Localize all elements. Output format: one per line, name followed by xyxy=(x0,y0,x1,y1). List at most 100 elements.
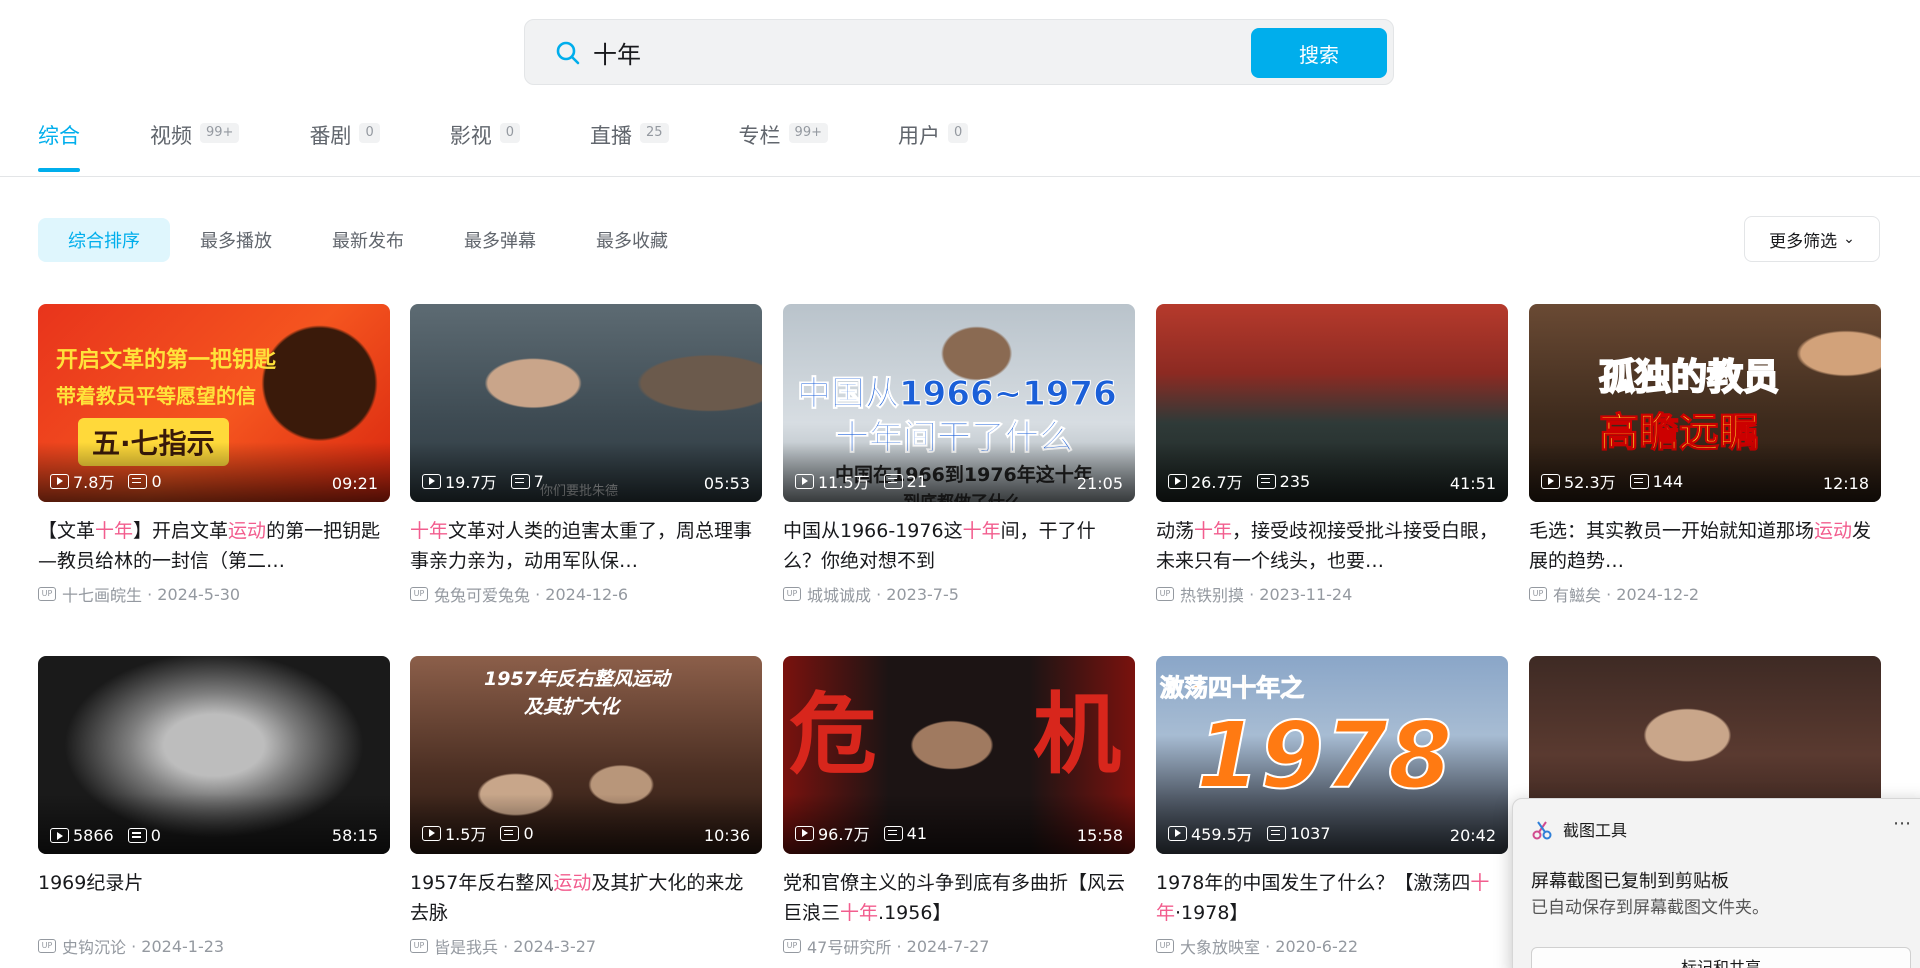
video-thumbnail[interactable]: 孤独的教员 高瞻远瞩 52.3万 144 12:18 xyxy=(1529,304,1881,502)
scissors-icon xyxy=(1532,821,1552,840)
danmaku-icon xyxy=(1266,825,1286,841)
tab-live[interactable]: 直播 25 xyxy=(590,120,669,178)
title-text: 【文革 xyxy=(38,520,96,542)
video-title[interactable]: 十年文革对人类的迫害太重了，周总理事事亲力亲为，动用军队保… xyxy=(410,516,762,576)
video-title[interactable]: 1969纪录片 xyxy=(38,868,390,928)
uploader-icon: UP xyxy=(410,939,428,953)
sort-newest[interactable]: 最新发布 xyxy=(302,218,434,262)
danmaku-count-value: 21 xyxy=(906,471,927,491)
video-meta: UP 兔兔可爱兔兔 · 2024-12-6 xyxy=(410,582,762,606)
video-duration: 10:36 xyxy=(703,826,750,845)
play-count-value: 96.7万 xyxy=(818,825,870,844)
tab-article[interactable]: 专栏 99+ xyxy=(739,120,828,178)
play-count-value: 5866 xyxy=(73,826,114,845)
danmaku-count: 0 xyxy=(127,826,161,845)
video-card[interactable]: 中国从1966~1976十年间干了什么中国在1966到1976年这十年到底都做了… xyxy=(783,304,1135,606)
sort-most-played[interactable]: 最多播放 xyxy=(170,218,302,262)
video-title[interactable]: 【文革十年】开启文革运动的第一把钥匙—教员给林的一封信（第二… xyxy=(38,516,390,576)
video-stats: 459.5万 1037 xyxy=(1168,821,1345,845)
snipping-tool-notification[interactable]: 截图工具 ⋯ 屏幕截图已复制到剪贴板 已自动保存到屏幕截图文件夹。 标记和共享 xyxy=(1512,798,1920,968)
tab-label: 专栏 xyxy=(738,124,781,148)
video-title[interactable]: 党和官僚主义的斗争到底有多曲折【风云巨浪三十年.1956】 xyxy=(783,868,1135,928)
tab-count: 0 xyxy=(499,123,520,143)
danmaku-count-value: 41 xyxy=(906,823,927,843)
video-duration: 05:53 xyxy=(703,474,750,493)
tab-label: 综合 xyxy=(38,124,80,148)
tab-all[interactable]: 综合 xyxy=(38,120,80,178)
uploader-name[interactable]: 热铁别摸 xyxy=(1180,582,1244,606)
more-filter-button[interactable]: 更多筛选 ⌄ xyxy=(1744,216,1880,262)
video-meta: UP 有鰦矣 · 2024-12-2 xyxy=(1529,582,1881,606)
tab-user[interactable]: 用户 0 xyxy=(898,120,969,178)
title-text: 党和官僚主义的斗争到底有多曲折【风云巨浪三 xyxy=(783,872,1126,924)
publish-date: 2024-1-23 xyxy=(141,936,225,956)
video-thumbnail[interactable]: 激荡四十年之 1978 459.5万 1037 20:42 xyxy=(1156,656,1508,854)
sort-default[interactable]: 综合排序 xyxy=(38,218,170,262)
uploader-name[interactable]: 十七画皖生 xyxy=(62,582,142,606)
video-card[interactable]: 5866 0 58:15 1969纪录片 UP 史钩沉论 · 2024-1-23 xyxy=(38,656,390,958)
play-count-value: 11.5万 xyxy=(818,473,870,492)
play-count: 459.5万 xyxy=(1168,821,1253,845)
thumbnail-caption: 带着教员平等愿望的信 xyxy=(56,384,256,408)
title-text: 1969纪录片 xyxy=(38,872,144,894)
more-options-icon[interactable]: ⋯ xyxy=(1893,813,1911,834)
meta-separator: · xyxy=(871,584,887,604)
uploader-name[interactable]: 皆是我兵 xyxy=(434,934,498,958)
danmaku-count-value: 1037 xyxy=(1289,823,1331,843)
markup-share-button[interactable]: 标记和共享 xyxy=(1531,947,1911,968)
uploader-name[interactable]: 大象放映室 xyxy=(1180,934,1260,958)
video-title[interactable]: 1978年的中国发生了什么？【激荡四十年·1978】 xyxy=(1156,868,1508,928)
play-count-value: 26.7万 xyxy=(1191,473,1243,492)
tab-video[interactable]: 视频 99+ xyxy=(150,120,240,178)
play-count-icon xyxy=(795,473,814,489)
danmaku-count-value: 0 xyxy=(150,826,161,845)
sort-most-danmaku[interactable]: 最多弹幕 xyxy=(434,218,566,262)
title-text: 动荡 xyxy=(1156,520,1195,542)
play-count-icon xyxy=(1168,473,1187,489)
uploader-name[interactable]: 史钩沉论 xyxy=(62,934,126,958)
video-card[interactable]: 激荡四十年之 1978 459.5万 1037 20:42 1978年的中国发生了什么？【… xyxy=(1156,656,1508,958)
title-text: ·1978】 xyxy=(1175,902,1249,924)
video-thumbnail[interactable]: 开启文革的第一把钥匙带着教员平等愿望的信五·七指示7.8万009:21 xyxy=(38,304,390,502)
video-thumbnail[interactable]: 5866 0 58:15 xyxy=(38,656,390,854)
video-thumbnail[interactable]: 你们要批朱德19.7万705:53 xyxy=(410,304,762,502)
uploader-name[interactable]: 兔兔可爱兔兔 xyxy=(434,582,530,606)
video-card[interactable]: 你们要批朱德19.7万705:53十年文革对人类的迫害太重了，周总理事事亲力亲为… xyxy=(410,304,762,606)
danmaku-count: 0 xyxy=(128,472,162,491)
video-duration: 15:58 xyxy=(1076,826,1123,845)
video-thumbnail[interactable]: 危 机 96.7万 41 15:58 xyxy=(783,656,1135,854)
meta-separator: · xyxy=(126,936,142,956)
video-card[interactable]: 孤独的教员 高瞻远瞩 52.3万 144 12:18 毛选：其实教员一开始就知道那场运动发… xyxy=(1529,304,1881,606)
play-count-icon xyxy=(422,473,441,489)
video-thumbnail[interactable]: 中国从1966~1976十年间干了什么中国在1966到1976年这十年到底都做了… xyxy=(783,304,1135,502)
uploader-name[interactable]: 有鰦矣 xyxy=(1553,582,1601,606)
video-thumbnail[interactable]: 26.7万 235 41:51 xyxy=(1156,304,1508,502)
video-title[interactable]: 动荡十年，接受歧视接受批斗接受白眼，未来只有一个线头，也要… xyxy=(1156,516,1508,576)
video-card[interactable]: 开启文革的第一把钥匙带着教员平等愿望的信五·七指示7.8万009:21【文革十年… xyxy=(38,304,390,606)
uploader-name[interactable]: 城城诚成 xyxy=(807,582,871,606)
meta-separator: · xyxy=(891,936,907,956)
video-stats: 52.3万 144 xyxy=(1541,469,1697,493)
search-input[interactable] xyxy=(593,32,1153,72)
uploader-name[interactable]: 47号研究所 xyxy=(807,934,891,958)
sort-most-favorited[interactable]: 最多收藏 xyxy=(566,218,698,262)
danmaku-count-value: 7 xyxy=(533,471,544,491)
tab-movie[interactable]: 影视 0 xyxy=(450,120,520,178)
danmaku-icon xyxy=(883,825,903,841)
video-title[interactable]: 毛选：其实教员一开始就知道那场运动发展的趋势… xyxy=(1529,516,1881,576)
keyword-highlight: 十年 xyxy=(1194,520,1233,542)
video-thumbnail[interactable]: 1957年反右整风运动 及其扩大化 1.5万 0 10:36 xyxy=(410,656,762,854)
video-card[interactable]: 26.7万 235 41:51 动荡十年，接受歧视接受批斗接受白眼，未来只有一个线头，… xyxy=(1156,304,1508,606)
search-icon xyxy=(556,41,580,65)
video-card[interactable]: 1957年反右整风运动 及其扩大化 1.5万 0 10:36 1957年反右整风运动及其扩… xyxy=(410,656,762,958)
play-count: 52.3万 xyxy=(1541,469,1616,493)
video-card[interactable]: 危 机 96.7万 41 15:58 党和官僚主义的斗争到底有多曲折【风云巨浪三十年.19… xyxy=(783,656,1135,958)
search-button[interactable]: 搜索 xyxy=(1251,28,1387,78)
tab-count: 0 xyxy=(947,123,969,143)
video-title[interactable]: 中国从1966-1976这十年间，干了什么？你绝对想不到 xyxy=(783,516,1135,576)
play-count-value: 7.8万 xyxy=(73,473,115,492)
video-title[interactable]: 1957年反右整风运动及其扩大化的来龙去脉 xyxy=(410,868,762,928)
danmaku-count: 7 xyxy=(510,471,544,491)
tab-bangumi[interactable]: 番剧 0 xyxy=(309,120,380,178)
meta-separator: · xyxy=(498,936,514,956)
